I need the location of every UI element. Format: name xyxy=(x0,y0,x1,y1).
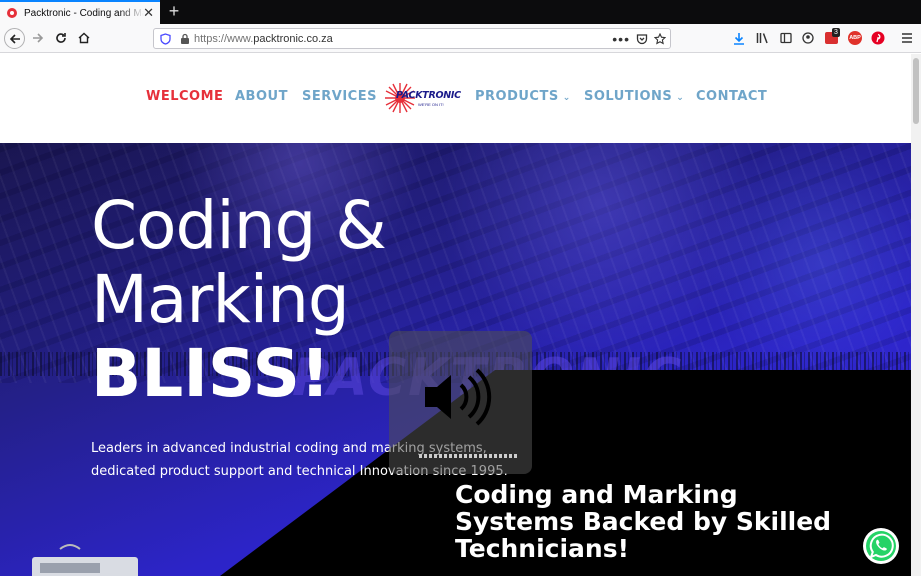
chevron-down-icon: ⌄ xyxy=(676,93,685,103)
scrollbar-thumb[interactable] xyxy=(913,58,919,124)
adblock-icon[interactable]: ABP xyxy=(848,31,862,45)
chevron-down-icon: ⌄ xyxy=(562,93,571,103)
page-actions-icon[interactable]: ••• xyxy=(612,32,630,46)
logo-text: PACKTRONIC xyxy=(396,90,461,101)
volume-level-bar xyxy=(419,454,518,458)
tab-title: Packtronic - Coding and Marking xyxy=(24,7,144,19)
volume-overlay xyxy=(389,331,532,474)
nav-about[interactable]: ABOUT xyxy=(235,89,288,104)
speaker-icon xyxy=(425,368,492,426)
hero-title-line-3: BLISS! xyxy=(91,335,331,412)
pocket-icon[interactable] xyxy=(636,33,648,45)
nav-services[interactable]: SERVICES xyxy=(302,89,377,104)
hamburger-menu-icon[interactable] xyxy=(901,33,913,43)
web-page: WELCOME ABOUT SERVICES PACKTRONIC WE'RE … xyxy=(0,54,911,576)
site-logo[interactable]: PACKTRONIC WE'RE ON IT! xyxy=(384,81,461,115)
hero-title: Coding & Marking BLISS! xyxy=(91,187,387,412)
shield-icon[interactable] xyxy=(160,32,171,45)
site-header: WELCOME ABOUT SERVICES PACKTRONIC WE'RE … xyxy=(0,54,911,143)
hero-secondary-heading: Coding and Marking Systems Backed by Ski… xyxy=(455,480,832,563)
nav-welcome[interactable]: WELCOME xyxy=(146,89,223,104)
account-icon[interactable] xyxy=(802,32,814,44)
home-icon xyxy=(78,32,90,44)
url-bar[interactable]: https://www.packtronic.co.za ••• xyxy=(153,28,671,49)
whatsapp-chat-button[interactable] xyxy=(863,528,899,564)
bookmark-star-icon[interactable] xyxy=(654,33,666,45)
forward-arrow-icon xyxy=(33,33,44,43)
url-bar-actions: ••• xyxy=(612,30,666,48)
active-tab[interactable]: Packtronic - Coding and Marking ✕ xyxy=(0,0,160,24)
nav-products[interactable]: PRODUCTS ⌄ xyxy=(475,89,571,104)
hero-section: PACKTRONIC Coding & Marking BLISS! Leade… xyxy=(0,143,911,576)
reload-icon xyxy=(56,33,66,43)
library-icon[interactable] xyxy=(756,32,769,44)
logo-tagline: WE'RE ON IT! xyxy=(418,102,444,107)
home-button[interactable] xyxy=(74,28,94,48)
pinterest-icon[interactable] xyxy=(871,31,885,45)
download-icon[interactable] xyxy=(733,32,745,45)
page-scrollbar[interactable] xyxy=(911,54,921,576)
lock-icon[interactable] xyxy=(180,33,190,44)
new-tab-icon[interactable]: + xyxy=(164,1,184,21)
back-button[interactable] xyxy=(4,28,25,49)
adblock-label: ABP xyxy=(849,35,861,41)
nav-solutions[interactable]: SOLUTIONS ⌄ xyxy=(584,89,684,104)
sidebar-icon[interactable] xyxy=(780,32,792,44)
reload-button[interactable] xyxy=(51,28,71,48)
back-arrow-icon xyxy=(9,33,20,44)
nav-contact[interactable]: CONTACT xyxy=(696,89,767,104)
hero-title-line-1: Coding & xyxy=(91,187,387,264)
extension-badge: 3 xyxy=(832,28,840,37)
coding-machine-image xyxy=(32,544,138,576)
forward-button[interactable] xyxy=(28,28,48,48)
tab-close-icon[interactable]: ✕ xyxy=(143,6,154,20)
nav-products-label: PRODUCTS xyxy=(475,89,559,104)
packtronic-favicon-icon xyxy=(7,8,17,18)
tab-bar: Packtronic - Coding and Marking ✕ + xyxy=(0,0,921,24)
url-text[interactable]: https://www.packtronic.co.za xyxy=(194,33,333,45)
hero-title-line-2: Marking xyxy=(91,261,350,338)
nav-solutions-label: SOLUTIONS xyxy=(584,89,673,104)
whatsapp-icon xyxy=(866,531,896,561)
navigation-toolbar: https://www.packtronic.co.za ••• 3 ABP xyxy=(0,24,921,53)
